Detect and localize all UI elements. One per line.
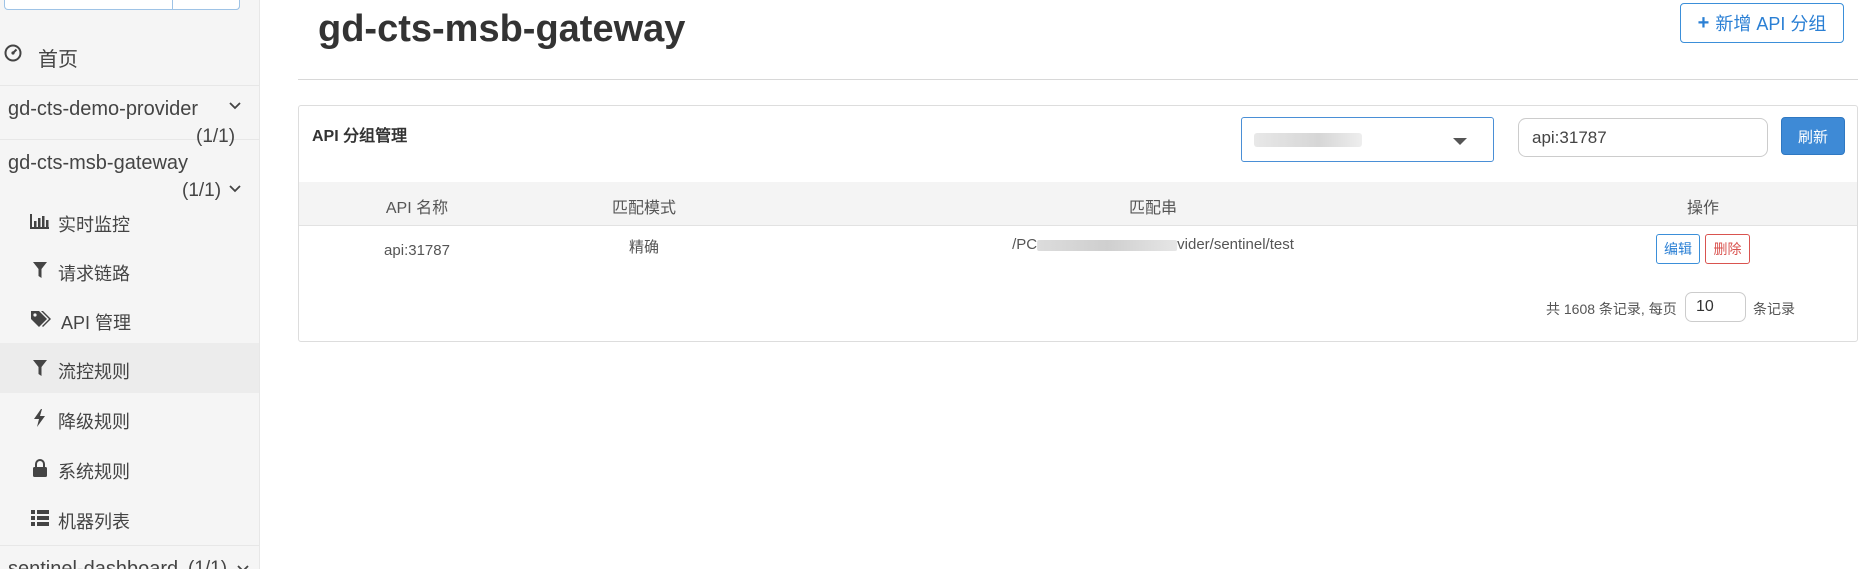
tags-icon: [31, 311, 51, 327]
sidebar-item-system-rules[interactable]: 系统规则: [0, 443, 259, 493]
pagination-total: 共 1608 条记录, 每页: [1546, 301, 1677, 317]
machine-select[interactable]: [1241, 117, 1494, 162]
sidebar-app-demo-provider[interactable]: gd-cts-demo-provider (1/1): [0, 86, 259, 147]
app-name: sentinel-dashboard: [8, 558, 179, 569]
app-name: gd-cts-msb-gateway: [8, 152, 189, 174]
cell-match-mode: 精确: [628, 239, 660, 256]
refresh-button[interactable]: 刷新: [1781, 117, 1845, 155]
table-header: API 名称 匹配模式 匹配串 操作: [299, 182, 1857, 226]
sidebar: 首页 gd-cts-demo-provider (1/1) gd-cts-msb…: [0, 0, 260, 569]
chevron-down-icon: [229, 102, 241, 110]
sidebar-item-api-manage[interactable]: API 管理: [0, 294, 259, 344]
filter-icon: [33, 262, 47, 278]
column-header-actions: 操作: [1686, 200, 1720, 217]
chevron-down-icon: [229, 185, 241, 193]
edit-button[interactable]: 编辑: [1656, 234, 1700, 264]
title-divider: [298, 79, 1858, 80]
sidebar-item-label: 降级规则: [58, 412, 130, 432]
sidebar-item-label: 请求链路: [58, 264, 130, 284]
flash-icon: [34, 409, 45, 427]
column-header-match-pattern: 匹配串: [1128, 200, 1178, 217]
sidebar-app-sentinel-dashboard[interactable]: sentinel-dashboard (1/1): [0, 545, 259, 569]
sidebar-item-home[interactable]: 首页: [0, 30, 259, 86]
sidebar-item-machine-list[interactable]: 机器列表: [0, 493, 259, 543]
sidebar-item-label: 实时监控: [58, 215, 130, 235]
api-group-panel: API 分组管理 刷新 API 名称 匹配模式 匹配串 操作 api:31787…: [298, 105, 1858, 342]
sidebar-search-button[interactable]: [172, 0, 240, 10]
redacted-selected-value: [1254, 133, 1362, 147]
sidebar-item-flow-rules[interactable]: 流控规则: [0, 343, 259, 393]
match-pattern-prefix: /PC: [1012, 236, 1038, 253]
sidebar-item-cluster-link[interactable]: 请求链路: [0, 245, 259, 295]
panel-title: API 分组管理: [312, 128, 408, 145]
bar-chart-icon: [30, 214, 49, 229]
lock-icon: [33, 459, 47, 477]
sidebar-item-label: 机器列表: [58, 512, 130, 532]
sidebar-item-metric[interactable]: 实时监控: [0, 196, 259, 246]
match-pattern-suffix: vider/sentinel/test: [1177, 236, 1294, 253]
add-api-group-button[interactable]: + 新增 API 分组: [1680, 3, 1844, 43]
page-title: gd-cts-msb-gateway: [318, 8, 686, 50]
sidebar-item-label: 首页: [38, 49, 78, 71]
list-icon: [31, 510, 49, 526]
sidebar-app-msb-gateway[interactable]: gd-cts-msb-gateway (1/1): [0, 140, 259, 201]
cell-api-name: api:31787: [384, 242, 450, 259]
redacted-match-pattern: [1037, 239, 1178, 251]
column-header-match-mode: 匹配模式: [611, 200, 677, 217]
column-header-api-name: API 名称: [385, 200, 449, 217]
filter-icon: [33, 360, 47, 376]
plus-icon: +: [1697, 11, 1710, 34]
sidebar-item-label: API 管理: [61, 313, 132, 333]
pagination-suffix: 条记录: [1753, 301, 1795, 317]
chevron-down-icon: [237, 565, 249, 569]
sidebar-item-label: 流控规则: [58, 362, 130, 382]
caret-down-icon: [1453, 138, 1467, 145]
sidebar-item-label: 系统规则: [58, 462, 130, 482]
page-size-input[interactable]: [1685, 292, 1746, 322]
dashboard-icon: [4, 44, 22, 62]
app-healthy-count: (1/1): [188, 558, 228, 569]
sidebar-item-degrade-rules[interactable]: 降级规则: [0, 393, 259, 443]
delete-button[interactable]: 删除: [1705, 234, 1750, 264]
add-api-group-label: 新增 API 分组: [1715, 14, 1827, 34]
cell-match-pattern: /PC vider/sentinel/test: [1012, 236, 1294, 253]
app-name: gd-cts-demo-provider: [8, 98, 199, 120]
api-search-input[interactable]: [1518, 118, 1768, 157]
